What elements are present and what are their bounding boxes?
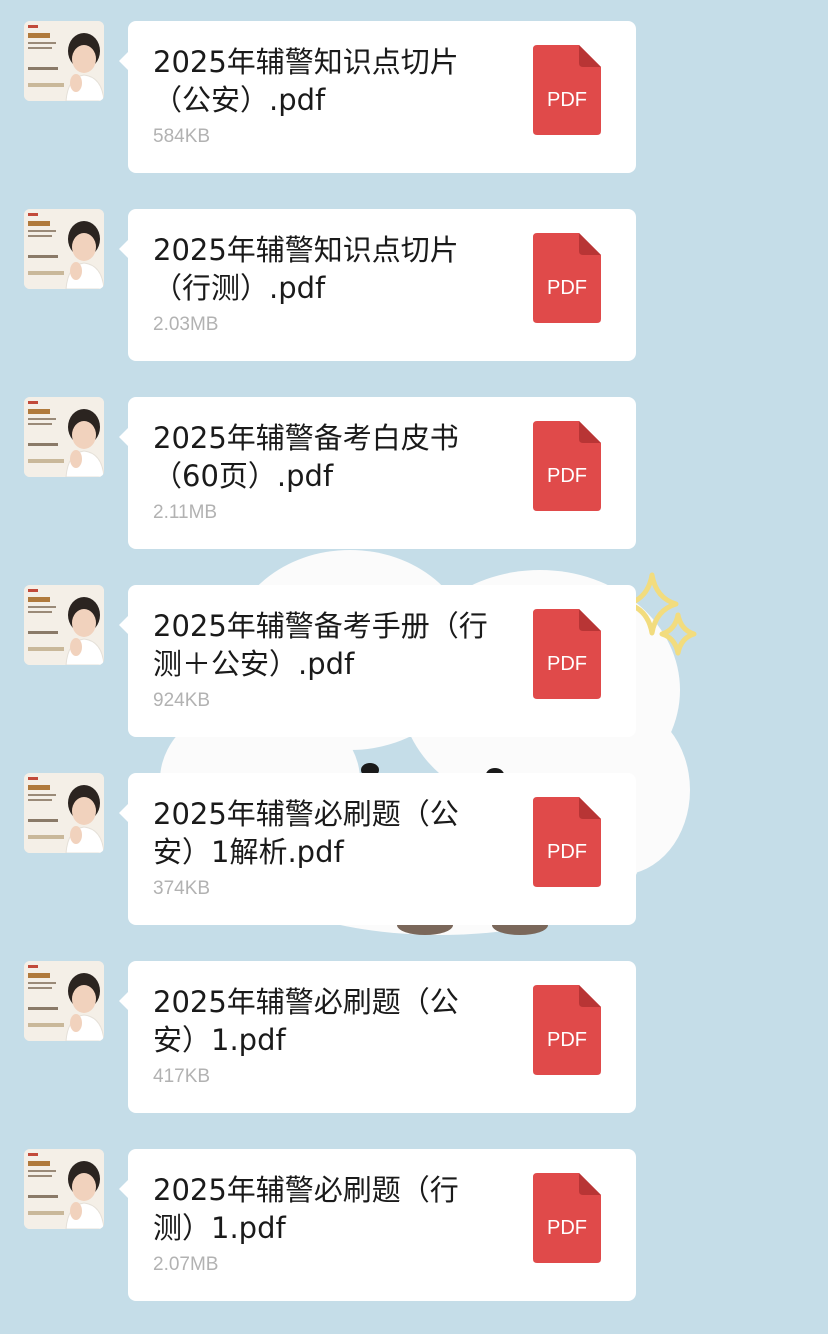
- message-row: 2025年辅警必刷题（行测）1.pdf 2.07MB PDF: [0, 1149, 828, 1301]
- sender-avatar[interactable]: [24, 209, 104, 289]
- pdf-icon-label: PDF: [547, 841, 587, 863]
- file-name: 2025年辅警知识点切片（公安）.pdf: [153, 45, 459, 117]
- pdf-icon-label: PDF: [547, 1029, 587, 1051]
- file-message-bubble[interactable]: 2025年辅警必刷题（行测）1.pdf 2.07MB PDF: [119, 1149, 636, 1301]
- message-row: 2025年辅警知识点切片（行测）.pdf 2.03MB PDF: [0, 209, 828, 361]
- pdf-icon: PDF: [533, 797, 601, 887]
- sender-avatar[interactable]: [24, 961, 104, 1041]
- message-row: 2025年辅警必刷题（公安）1解析.pdf 374KB PDF: [0, 773, 828, 925]
- file-size: 374KB: [153, 878, 211, 899]
- bubble-tail: [119, 51, 129, 71]
- file-size: 924KB: [153, 690, 211, 711]
- bubble-tail: [119, 991, 129, 1011]
- pdf-icon-label: PDF: [547, 1217, 587, 1239]
- pdf-icon: PDF: [533, 421, 601, 511]
- pdf-icon: PDF: [533, 1173, 601, 1263]
- sender-avatar[interactable]: [24, 1149, 104, 1229]
- file-message-bubble[interactable]: 2025年辅警必刷题（公安）1.pdf 417KB PDF: [119, 961, 636, 1113]
- file-message-bubble[interactable]: 2025年辅警备考白皮书（60页）.pdf 2.11MB PDF: [119, 397, 636, 549]
- sender-avatar[interactable]: [24, 21, 104, 101]
- file-size: 2.03MB: [153, 314, 219, 335]
- file-size: 417KB: [153, 1066, 211, 1087]
- pdf-icon: PDF: [533, 609, 601, 699]
- message-row: 2025年辅警备考手册（行测＋公安）.pdf 924KB PDF: [0, 585, 828, 737]
- file-message-bubble[interactable]: 2025年辅警知识点切片（行测）.pdf 2.03MB PDF: [119, 209, 636, 361]
- pdf-icon-label: PDF: [547, 89, 587, 111]
- pdf-icon: PDF: [533, 985, 601, 1075]
- file-name: 2025年辅警必刷题（公安）1.pdf: [153, 985, 459, 1057]
- pdf-icon: PDF: [533, 45, 601, 135]
- file-size: 584KB: [153, 126, 211, 147]
- pdf-icon-label: PDF: [547, 653, 587, 675]
- file-size: 2.11MB: [153, 502, 218, 523]
- message-row: 2025年辅警必刷题（公安）1.pdf 417KB PDF: [0, 961, 828, 1113]
- file-name: 2025年辅警必刷题（公安）1解析.pdf: [153, 797, 459, 869]
- sender-avatar[interactable]: [24, 585, 104, 665]
- file-name: 2025年辅警知识点切片（行测）.pdf: [153, 233, 459, 305]
- message-row: 2025年辅警备考白皮书（60页）.pdf 2.11MB PDF: [0, 397, 828, 549]
- bubble-tail: [119, 803, 129, 823]
- pdf-icon-label: PDF: [547, 277, 587, 299]
- bubble-tail: [119, 615, 129, 635]
- file-message-bubble[interactable]: 2025年辅警备考手册（行测＋公安）.pdf 924KB PDF: [119, 585, 636, 737]
- bubble-tail: [119, 1179, 129, 1199]
- file-name: 2025年辅警备考白皮书（60页）.pdf: [153, 421, 459, 493]
- file-message-bubble[interactable]: 2025年辅警必刷题（公安）1解析.pdf 374KB PDF: [119, 773, 636, 925]
- bubble-tail: [119, 239, 129, 259]
- file-message-bubble[interactable]: 2025年辅警知识点切片（公安）.pdf 584KB PDF: [119, 21, 636, 173]
- sender-avatar[interactable]: [24, 397, 104, 477]
- pdf-icon-label: PDF: [547, 465, 587, 487]
- sender-avatar[interactable]: [24, 773, 104, 853]
- chat-message-list[interactable]: 2025年辅警知识点切片（公安）.pdf 584KB PDF 2025年辅警知识点切片…: [0, 0, 828, 1334]
- file-size: 2.07MB: [153, 1254, 219, 1275]
- file-name: 2025年辅警备考手册（行测＋公安）.pdf: [153, 609, 488, 681]
- pdf-icon: PDF: [533, 233, 601, 323]
- bubble-tail: [119, 427, 129, 447]
- file-name: 2025年辅警必刷题（行测）1.pdf: [153, 1173, 459, 1245]
- message-row: 2025年辅警知识点切片（公安）.pdf 584KB PDF: [0, 21, 828, 173]
